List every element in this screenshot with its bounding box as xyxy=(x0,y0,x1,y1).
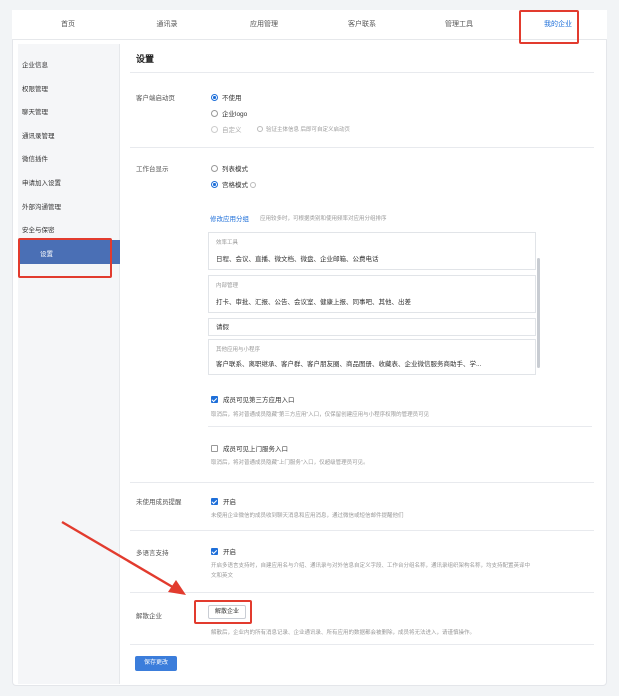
arrow-shaft xyxy=(61,520,177,591)
annotation-arrow xyxy=(61,520,186,595)
arrow-head-icon xyxy=(168,580,186,595)
